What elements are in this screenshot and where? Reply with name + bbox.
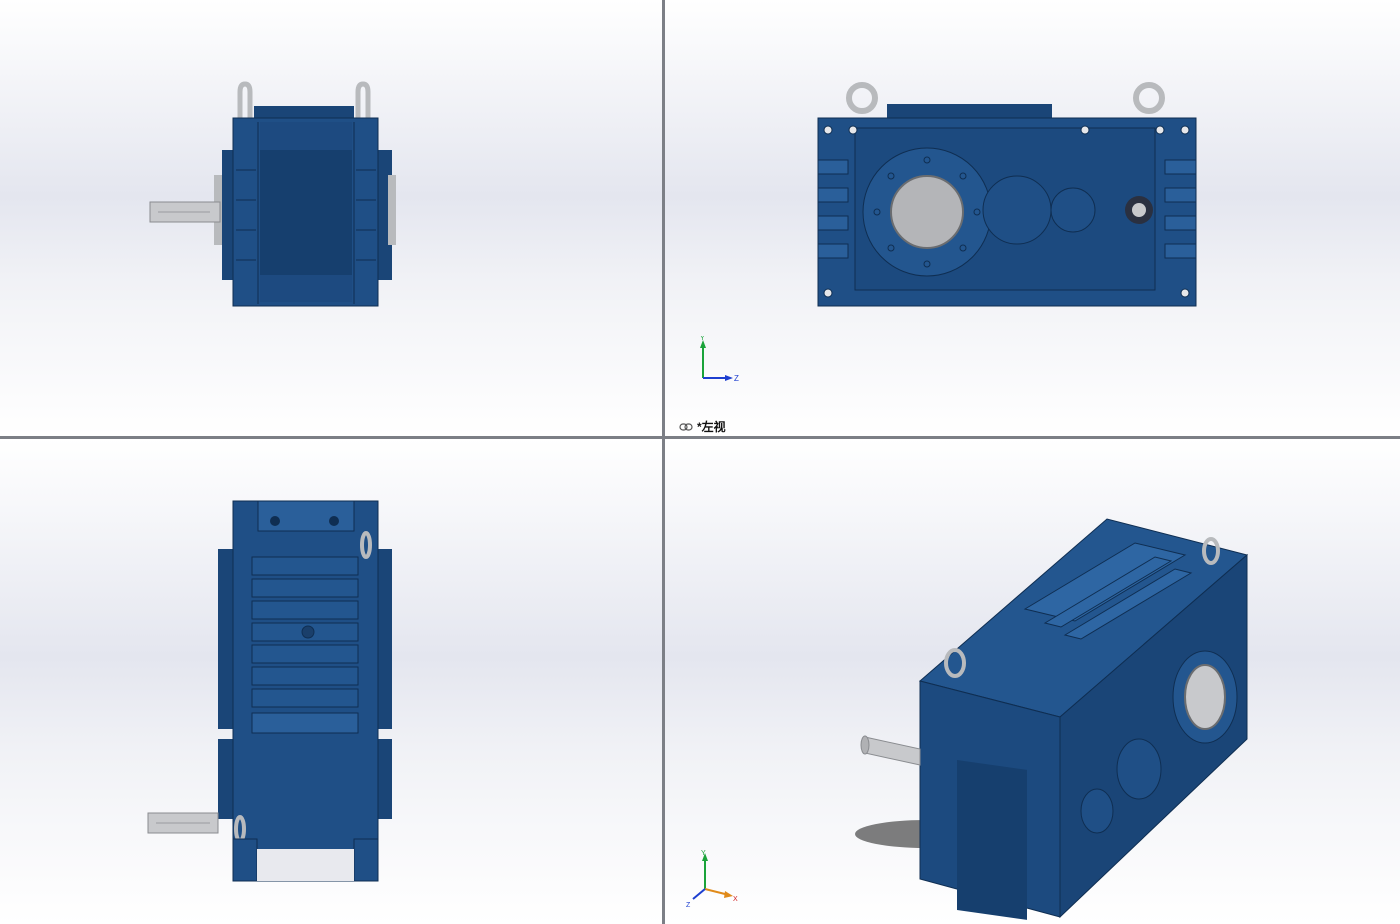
triad-left: Y Z [700,336,739,383]
graphics-area[interactable]: Y Z *左视 Y X Z [0,0,1400,924]
axis-y-label: Y [701,850,706,857]
axis-z-label: Z [686,902,691,909]
triad-isometric: Y X Z [686,850,738,909]
viewport-front[interactable] [0,0,662,436]
axis-x-label: X [733,896,738,903]
viewport-top[interactable] [0,439,662,924]
gearbox-top-model [147,500,392,882]
gearbox-isometric-model [855,518,1249,920]
view-orientation-label: *左视 [679,418,726,435]
gearbox-front-model [149,81,396,307]
gearbox-left-model [817,82,1197,307]
axis-z-label: Z [734,374,739,383]
link-icon [679,422,693,431]
viewport-left[interactable]: Y Z *左视 [665,0,1400,436]
axis-y-label: Y [700,336,705,342]
viewport-isometric[interactable]: Y X Z [665,439,1400,924]
view-name-text: *左视 [697,420,726,434]
